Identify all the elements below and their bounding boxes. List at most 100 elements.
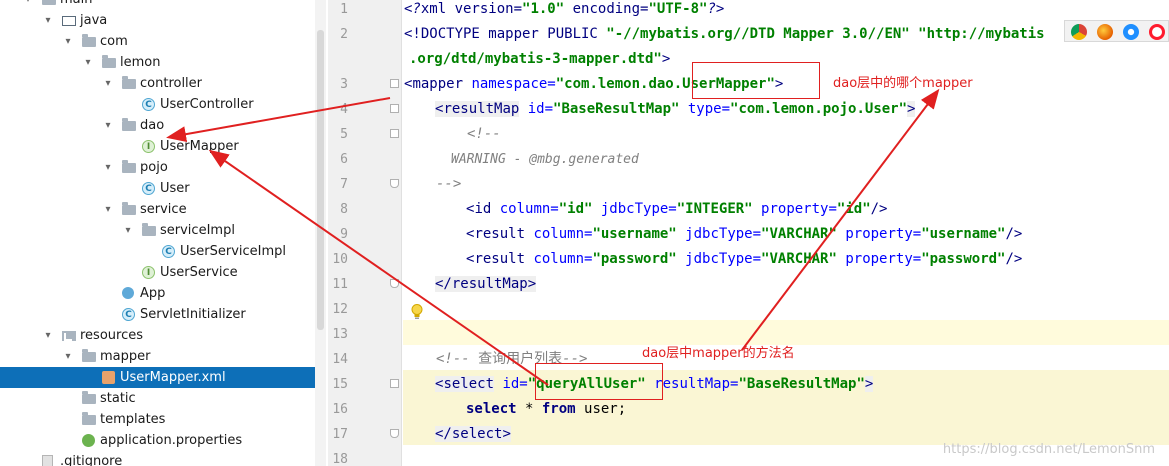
line-number: 7 [340,177,348,192]
line-number: 13 [332,327,348,342]
code-line-6: WARNING - @mbg.generated [451,152,639,167]
code-line-4: <resultMap id="BaseResultMap" type="com.… [435,101,916,117]
lightbulb-icon[interactable] [410,303,424,321]
code-line-16: select * from user; [466,401,627,417]
tree-item[interactable]: ▾ main [0,0,326,10]
opera-icon[interactable] [1149,24,1165,40]
fold-marker-icon[interactable] [390,129,399,138]
folder-icon [82,349,96,362]
tree-item[interactable]: ▾ serviceImpl [0,220,326,241]
highlight-box-usermapper [692,62,820,99]
safari-icon[interactable] [1123,24,1139,40]
fold-end-icon[interactable] [390,179,399,188]
code-line-10: <result column="password" jdbcType="VARC… [466,251,1023,267]
expand-arrow-icon[interactable]: ▾ [82,52,94,73]
tree-item-label: UserController [160,97,254,112]
tree-item[interactable]: ▾ controller [0,73,326,94]
tree-item-label: dao [140,118,165,133]
expand-arrow-icon[interactable]: ▾ [102,199,114,220]
line-number [328,47,348,72]
tree-item[interactable]: UserMapper.xml [0,367,326,388]
code-line-8: <id column="id" jdbcType="INTEGER" prope… [466,201,888,217]
code-line-11: </resultMap> [435,276,537,292]
line-number: 15 [332,377,348,392]
tree-item[interactable]: ▾ lemon [0,52,326,73]
expand-arrow-icon[interactable]: ▾ [22,0,34,10]
tree-item-label: serviceImpl [160,223,235,238]
fold-marker-icon[interactable] [390,379,399,388]
package-icon [82,34,96,47]
tree-scrollbar-thumb[interactable] [317,30,324,330]
expand-arrow-icon[interactable]: ▾ [42,325,54,346]
tree-item[interactable]: ▾ pojo [0,157,326,178]
code-line-1: <?xml version="1.0" encoding="UTF-8"?> [404,1,725,17]
project-tree: ▾ main ▾ java ▾ com ▾ lemon ▾ controller C UserCont… [0,0,326,466]
line-number: 18 [332,452,348,466]
fold-marker-icon[interactable] [390,104,399,113]
fold-marker-icon[interactable] [390,79,399,88]
line-number: 1 [340,2,348,17]
tree-item[interactable]: C ServletInitializer [0,304,326,325]
folder-icon [82,391,96,404]
properties-file-icon [82,434,95,447]
tree-item[interactable]: templates [0,409,326,430]
tree-item[interactable]: C UserController [0,94,326,115]
tree-item-label: application.properties [100,433,243,448]
expand-arrow-icon[interactable]: ▾ [62,31,74,52]
expand-arrow-icon[interactable]: ▾ [102,73,114,94]
tree-item-label: UserServiceImpl [180,244,287,259]
tree-item[interactable]: I UserMapper [0,136,326,157]
package-icon [122,160,136,173]
watermark: https://blog.csdn.net/LemonSnm [942,442,1155,457]
fold-end-icon[interactable] [390,279,399,288]
expand-arrow-icon[interactable]: ▾ [42,10,54,31]
tree-item[interactable]: ▾ mapper [0,346,326,367]
expand-arrow-icon[interactable]: ▾ [102,115,114,136]
annotation-method-label: dao层中mapper的方法名 [642,346,795,361]
expand-arrow-icon[interactable]: ▾ [122,220,134,241]
chrome-icon[interactable] [1071,24,1087,40]
tree-item[interactable]: ▾ resources [0,325,326,346]
annotation-mapper-label: dao层中的哪个mapper [833,76,973,91]
resources-folder-icon [62,331,76,341]
tree-item[interactable]: ▾ com [0,31,326,52]
fold-end-icon[interactable] [390,429,399,438]
tree-item-label: UserMapper [160,139,239,154]
tree-item[interactable]: ▾ dao [0,115,326,136]
tree-item[interactable]: I UserService [0,262,326,283]
package-icon [122,118,136,131]
tree-item-label: pojo [140,160,168,175]
tree-item[interactable]: C UserServiceImpl [0,241,326,262]
class-icon: C [122,308,135,321]
expand-arrow-icon[interactable]: ▾ [102,157,114,178]
line-number: 9 [340,227,348,242]
package-icon [122,202,136,215]
code-line-7: --> [436,176,462,192]
line-number: 5 [340,127,348,142]
class-icon: C [142,182,155,195]
tree-item-label: App [140,286,166,301]
tree-item[interactable]: .gitignore [0,451,326,466]
tree-item-label: mapper [100,349,151,364]
code-line-5: <!-- [467,126,501,142]
code-line-9: <result column="username" jdbcType="VARC… [466,226,1023,242]
tree-item-label: static [100,391,136,406]
tree-item-label: service [140,202,187,217]
line-number: 16 [332,402,348,417]
tree-item-label: controller [140,76,203,91]
tree-item-label: UserMapper.xml [120,370,226,385]
tree-item[interactable]: C User [0,178,326,199]
tree-item[interactable]: static [0,388,326,409]
expand-arrow-icon[interactable]: ▾ [62,346,74,367]
line-number: 8 [340,202,348,217]
package-icon [102,55,116,68]
line-number: 4 [340,102,348,117]
tree-item[interactable]: ▾ service [0,199,326,220]
tree-item[interactable]: application.properties [0,430,326,451]
tree-item-label: ServletInitializer [140,307,246,322]
tree-item[interactable]: ▾ java [0,10,326,31]
line-number: 3 [340,77,348,92]
tree-item-label: User [160,181,190,196]
tree-item[interactable]: App [0,283,326,304]
firefox-icon[interactable] [1097,24,1113,40]
